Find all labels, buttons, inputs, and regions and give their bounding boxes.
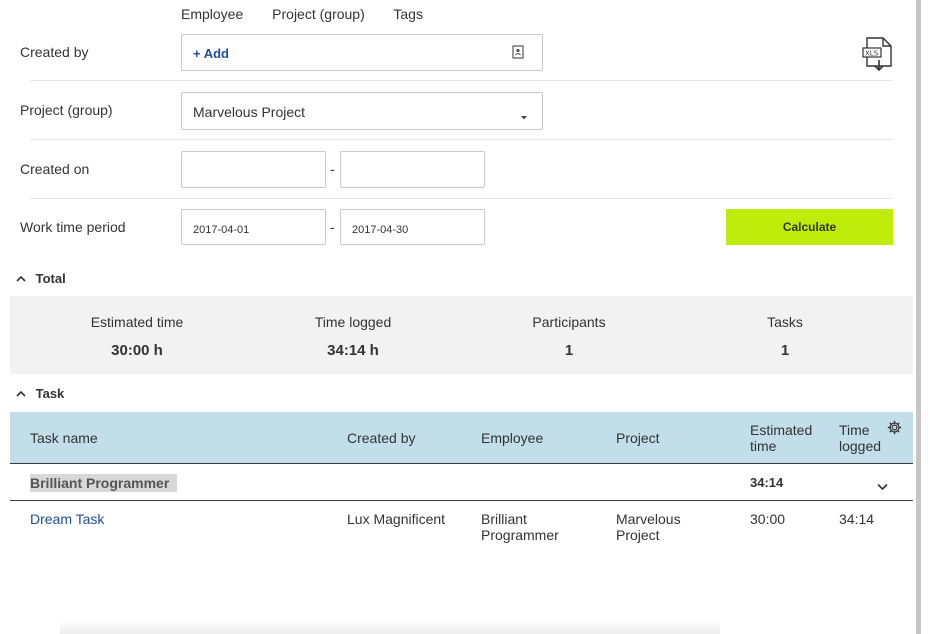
- estimated-time-value: 30:00 h: [111, 342, 163, 359]
- work-time-to-input[interactable]: 2017-04-30: [340, 209, 485, 245]
- created-on-label: Created on: [20, 161, 90, 177]
- chevron-up-icon: [16, 386, 36, 401]
- tab-project-group[interactable]: Project (group): [272, 6, 365, 22]
- created-by-label: Created by: [20, 44, 89, 60]
- calculate-button[interactable]: Calculate: [726, 209, 893, 245]
- participants-value: 1: [564, 342, 574, 359]
- time-logged-stat: Time logged 34:14 h: [263, 314, 443, 359]
- project-label: Project (group): [20, 102, 113, 118]
- created-on-from-input[interactable]: [181, 151, 326, 188]
- work-time-to-value: 2017-04-30: [352, 224, 409, 236]
- task-created-by: Lux Magnificent: [347, 511, 446, 527]
- task-time-logged: 34:14: [839, 511, 875, 527]
- task-estimated-time: 30:00: [750, 511, 786, 527]
- total-section-toggle[interactable]: Total: [16, 271, 66, 286]
- task-employee: Brilliant Programmer: [481, 511, 559, 543]
- task-name-link[interactable]: Dream Task: [30, 511, 104, 527]
- scrollbar-thumb[interactable]: [916, 0, 921, 634]
- employee-group-row[interactable]: Brilliant Programmer 34:14: [10, 464, 913, 501]
- task-section-toggle[interactable]: Task: [16, 386, 64, 401]
- total-title: Total: [35, 271, 66, 286]
- total-header-band: [10, 260, 913, 296]
- gear-icon[interactable]: [887, 420, 902, 438]
- xls-export-icon[interactable]: XLS: [861, 36, 895, 72]
- bottom-shadow: [60, 620, 720, 634]
- created-on-to-input[interactable]: [340, 151, 485, 188]
- task-project: Marvelous Project: [616, 511, 681, 543]
- chevron-up-icon: [16, 271, 36, 286]
- time-logged-value: 34:14 h: [327, 342, 379, 359]
- scrollbar[interactable]: [914, 0, 930, 634]
- work-time-label: Work time period: [20, 219, 126, 235]
- participants-stat: Participants 1: [479, 314, 659, 359]
- created-by-field[interactable]: + Add: [181, 34, 543, 71]
- tasks-label: Tasks: [767, 314, 803, 330]
- date-separator: -: [330, 219, 335, 235]
- add-employee-link[interactable]: + Add: [193, 46, 229, 61]
- column-header-created-by[interactable]: Created by: [347, 430, 415, 446]
- date-separator: -: [330, 161, 335, 177]
- estimated-time-label: Estimated time: [90, 314, 184, 330]
- tasks-stat: Tasks 1: [695, 314, 875, 359]
- divider: [30, 139, 892, 140]
- divider: [30, 80, 892, 81]
- divider: [30, 198, 892, 199]
- work-time-from-input[interactable]: 2017-04-01: [181, 209, 326, 245]
- column-header-estimated-time[interactable]: Estimated time: [750, 422, 830, 454]
- table-row: Dream Task Lux Magnificent Brilliant Pro…: [10, 501, 913, 561]
- tab-employee[interactable]: Employee: [181, 6, 243, 22]
- task-title: Task: [35, 386, 65, 401]
- column-header-employee[interactable]: Employee: [481, 430, 543, 446]
- svg-text:XLS: XLS: [865, 50, 879, 58]
- tasks-value: 1: [780, 342, 790, 359]
- project-select[interactable]: Marvelous Project: [181, 92, 543, 130]
- column-header-task-name[interactable]: Task name: [30, 430, 98, 446]
- work-time-from-value: 2017-04-01: [193, 224, 250, 236]
- task-table-header: Task name Created by Employee Project Es…: [10, 412, 913, 464]
- group-time-logged: 34:14: [750, 475, 784, 490]
- dropdown-caret-icon: [520, 108, 528, 124]
- estimated-time-stat: Estimated time 30:00 h: [47, 314, 227, 359]
- group-employee-name: Brilliant Programmer: [30, 474, 178, 492]
- time-logged-label: Time logged: [314, 314, 392, 330]
- filter-tabs: Employee Project (group) Tags: [181, 6, 448, 22]
- column-header-project[interactable]: Project: [616, 430, 660, 446]
- tab-tags[interactable]: Tags: [393, 6, 423, 22]
- participants-label: Participants: [532, 314, 606, 330]
- project-select-value: Marvelous Project: [193, 104, 306, 120]
- column-header-time-logged[interactable]: Time logged: [839, 422, 889, 454]
- chevron-down-icon[interactable]: [877, 478, 888, 494]
- contact-book-icon[interactable]: [512, 45, 524, 62]
